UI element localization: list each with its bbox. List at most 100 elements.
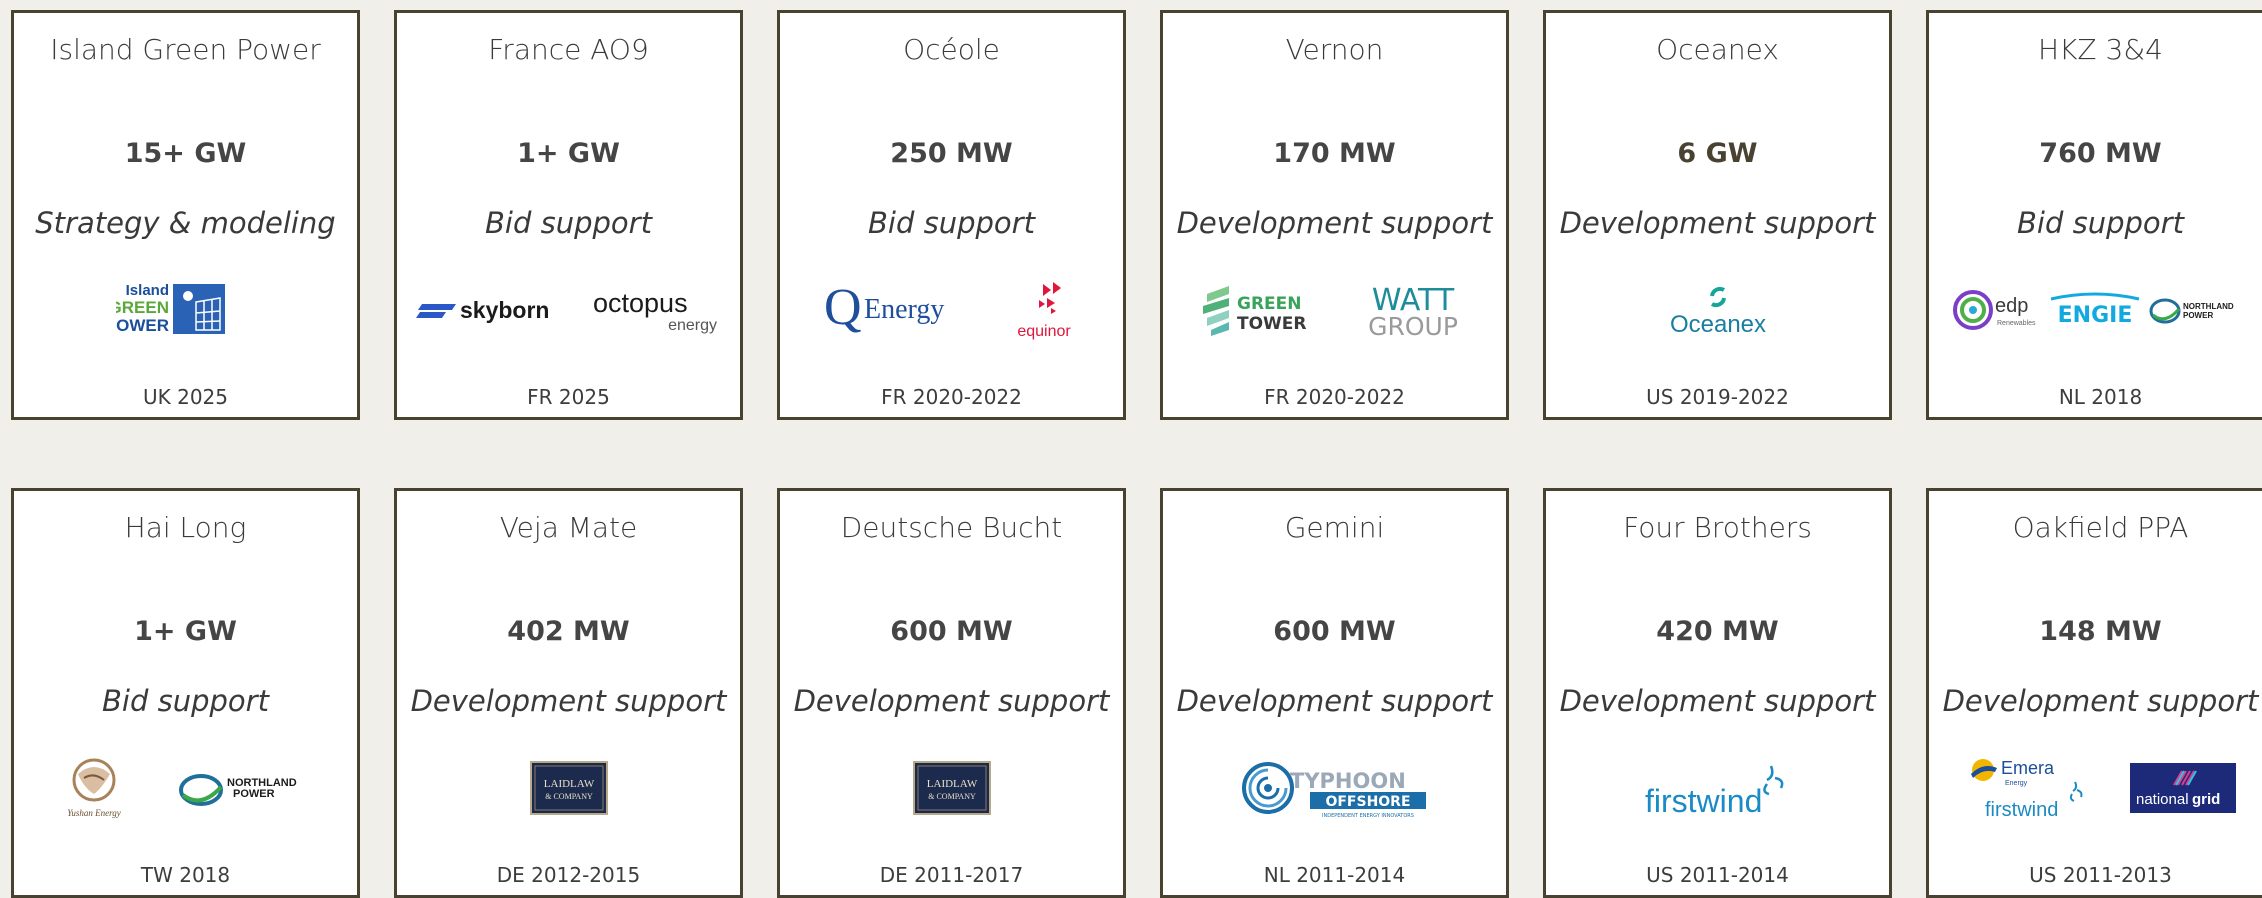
watt-group-logo: WATT GROUP: [1358, 280, 1468, 340]
logo-text: Emera: [2001, 758, 2055, 778]
project-service: Development support: [793, 684, 1110, 718]
project-service: Development support: [410, 684, 727, 718]
project-card[interactable]: Veja Mate 402 MW Development support LAI…: [394, 488, 743, 898]
project-card[interactable]: HKZ 3&4 760 MW Bid support edp Renewable…: [1926, 10, 2262, 420]
client-logos: GREEN TOWER WATT GROUP: [1163, 275, 1506, 345]
project-location-years: US 2011-2013: [2029, 863, 2172, 887]
logo-text: POWER: [2183, 311, 2213, 320]
octopus-energy-logo: octopus energy: [591, 286, 721, 334]
logo-text: Island: [125, 282, 168, 299]
project-service: Bid support: [868, 206, 1035, 240]
logo-text: Energy: [864, 294, 944, 325]
project-location-years: UK 2025: [142, 385, 228, 409]
project-name: Oakfield PPA: [2012, 511, 2189, 544]
project-card[interactable]: Vernon 170 MW Development support GREEN …: [1160, 10, 1509, 420]
project-card[interactable]: Océole 250 MW Bid support Q Energy equin…: [777, 10, 1126, 420]
logo-text: LAIDLAW: [926, 778, 977, 790]
project-capacity: 1+ GW: [517, 138, 620, 169]
project-name: Four Brothers: [1623, 511, 1812, 544]
project-name: Veja Mate: [499, 511, 638, 544]
equinor-logo: equinor: [1009, 278, 1079, 342]
logo-text: Renewables: [1997, 320, 2036, 327]
green-tower-logo: GREEN TOWER: [1201, 280, 1321, 340]
project-capacity: 420 MW: [1656, 616, 1779, 647]
project-capacity: 760 MW: [2039, 138, 2162, 169]
project-service: Development support: [1942, 684, 2259, 718]
project-location-years: FR 2020-2022: [881, 385, 1022, 409]
logo-text: grid: [2192, 791, 2220, 808]
engie-logo: ENGIE: [2047, 285, 2143, 335]
island-green-power-logo: Island GREEN POWER: [116, 280, 256, 340]
project-capacity: 6 GW: [1677, 138, 1758, 169]
project-name: Hai Long: [124, 511, 247, 544]
project-location-years: DE 2012-2015: [496, 863, 641, 887]
client-logos: TYPHOON OFFSHORE INDEPENDENT ENERGY INNO…: [1163, 753, 1506, 823]
project-capacity: 15+ GW: [124, 138, 247, 169]
client-logos: LAIDLAW & COMPANY: [397, 753, 740, 823]
logo-text: & COMPANY: [545, 792, 593, 801]
logo-text: NORTHLAND: [2183, 302, 2234, 311]
logo-text: GROUP: [1368, 312, 1458, 340]
firstwind-logo: firstwind: [1643, 756, 1793, 820]
logo-text: firstwind: [1985, 799, 2058, 821]
project-name: Gemini: [1284, 511, 1385, 544]
project-location-years: NL 2018: [2058, 385, 2143, 409]
client-logos: Q Energy equinor: [780, 275, 1123, 345]
project-capacity: 1+ GW: [134, 616, 237, 647]
client-logos: Oceanex: [1546, 275, 1889, 345]
project-capacity: 250 MW: [890, 138, 1013, 169]
project-capacity: 600 MW: [890, 616, 1013, 647]
laidlaw-logo: LAIDLAW & COMPANY: [912, 761, 991, 815]
project-service: Bid support: [102, 684, 269, 718]
project-capacity: 170 MW: [1273, 138, 1396, 169]
project-card[interactable]: Oakfield PPA 148 MW Development support …: [1926, 488, 2262, 898]
project-name: Island Green Power: [50, 33, 321, 66]
logo-text: LAIDLAW: [543, 778, 594, 790]
project-name: HKZ 3&4: [2038, 33, 2163, 66]
logo-text: ENGIE: [2057, 303, 2132, 328]
logo-text: Oceanex: [1669, 311, 1765, 338]
project-capacity: 600 MW: [1273, 616, 1396, 647]
project-location-years: US 2019-2022: [1646, 385, 1789, 409]
project-name: Oceanex: [1656, 33, 1779, 66]
logo-text: & COMPANY: [928, 792, 976, 801]
oceanex-logo: Oceanex: [1648, 280, 1788, 340]
client-logos: skyborn octopus energy: [397, 275, 740, 345]
project-card[interactable]: France AO9 1+ GW Bid support skyborn oct…: [394, 10, 743, 420]
project-service: Bid support: [485, 206, 652, 240]
yushan-energy-logo: Yushan Energy: [54, 754, 134, 822]
logo-text: POWER: [233, 788, 275, 800]
logo-text: skyborn: [460, 297, 549, 323]
national-grid-logo: national grid: [2130, 763, 2237, 813]
project-grid: Island Green Power 15+ GW Strategy & mod…: [11, 10, 2262, 898]
typhoon-offshore-logo: TYPHOON OFFSHORE INDEPENDENT ENERGY INNO…: [1240, 756, 1430, 820]
project-location-years: TW 2018: [140, 863, 231, 887]
project-card[interactable]: Deutsche Bucht 600 MW Development suppor…: [777, 488, 1126, 898]
project-location-years: FR 2020-2022: [1264, 385, 1405, 409]
logo-text: OFFSHORE: [1325, 794, 1410, 810]
project-service: Development support: [1559, 206, 1876, 240]
logo-text: TOWER: [1237, 314, 1307, 334]
project-service: Development support: [1559, 684, 1876, 718]
project-card[interactable]: Oceanex 6 GW Development support Oceanex…: [1543, 10, 1892, 420]
project-name: Océole: [903, 33, 1000, 66]
project-name: France AO9: [488, 33, 649, 66]
project-card[interactable]: Gemini 600 MW Development support TYPHOO…: [1160, 488, 1509, 898]
project-card[interactable]: Hai Long 1+ GW Bid support Yushan Energy…: [11, 488, 360, 898]
project-service: Development support: [1176, 206, 1493, 240]
project-card[interactable]: Four Brothers 420 MW Development support…: [1543, 488, 1892, 898]
logo-text: firstwind: [1645, 783, 1762, 819]
client-logos: Island GREEN POWER: [14, 275, 357, 345]
client-logos: Yushan Energy NORTHLAND POWER: [14, 753, 357, 823]
logo-text: octopus: [593, 288, 688, 318]
project-card[interactable]: Island Green Power 15+ GW Strategy & mod…: [11, 10, 360, 420]
project-service: Development support: [1176, 684, 1493, 718]
project-location-years: FR 2025: [527, 385, 610, 409]
edp-logo: edp Renewables: [1951, 285, 2043, 335]
project-service: Strategy & modeling: [35, 206, 336, 240]
northland-power-logo: NORTHLAND POWER: [173, 763, 317, 813]
project-capacity: 402 MW: [507, 616, 630, 647]
project-name: Deutsche Bucht: [840, 511, 1063, 544]
qenergy-logo: Q Energy: [824, 280, 964, 340]
logo-text: GREEN: [116, 298, 169, 317]
